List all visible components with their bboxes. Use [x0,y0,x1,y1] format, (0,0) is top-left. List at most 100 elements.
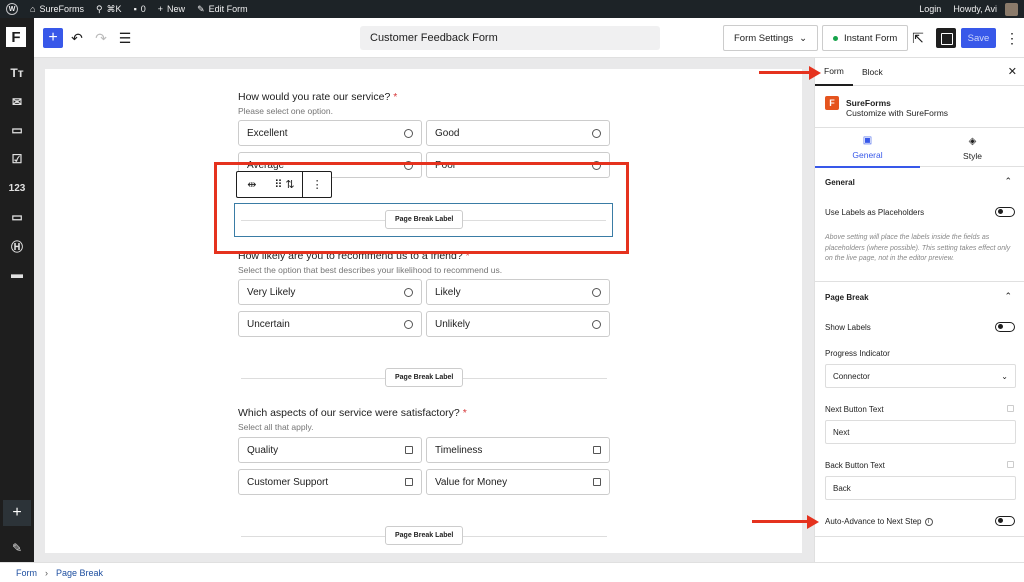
radio-icon[interactable] [592,288,601,297]
breadcrumb: Form › Page Break [0,562,1024,582]
progress-indicator-select[interactable]: Connector ⌄ [825,364,1016,388]
editor-canvas: How would you rate our service? * Please… [34,58,814,562]
plugin-name: SureForms [846,98,891,108]
close-icon[interactable]: ✕ [1008,65,1017,78]
breadcrumb-separator: › [45,567,48,578]
site-name-link[interactable]: ⌂ SureForms [24,0,90,18]
radio-icon[interactable] [592,320,601,329]
radio-option[interactable]: Good [426,120,610,146]
settings-panel-toggle-icon[interactable] [936,28,956,48]
general-style-tabs: ▣ General ◈ Style [815,127,1024,168]
document-overview-icon[interactable]: ☰ [115,28,135,48]
plus-icon: + [157,4,164,14]
page-break-label[interactable]: Page Break Label [385,368,464,387]
show-labels-label: Show Labels [825,323,871,332]
use-labels-note: Above setting will place the labels insi… [825,234,1011,262]
command-palette-button[interactable]: ⚲ ⌘K [90,0,128,18]
question-help-text: Select all that apply. [238,422,314,432]
auto-advance-toggle[interactable] [995,516,1015,526]
page-break-label[interactable]: Page Break Label [385,526,464,545]
radio-icon[interactable] [404,129,413,138]
user-menu[interactable]: Howdy, Avi [947,0,1024,18]
annotation-arrow [759,65,821,80]
progress-indicator-label: Progress Indicator [825,349,890,358]
add-block-plus-icon[interactable]: + [3,500,31,526]
instant-form-button[interactable]: Instant Form [822,25,909,51]
new-content-link[interactable]: + New [152,0,191,18]
sureforms-logo-icon: F [825,96,839,110]
edit-form-link[interactable]: ✎ Edit Form [191,0,254,18]
use-labels-label: Use Labels as Placeholders [825,208,925,217]
next-button-text-input[interactable]: Next [825,420,1016,444]
radio-icon[interactable] [404,320,413,329]
general-settings-icon: ▣ [862,134,873,146]
block-inserter-sidebar: F Tт ✉ ▭ ☑ 123 ▭ Ⓗ ▬ + ✎ [0,18,34,562]
chevron-down-icon: ⌄ [1001,371,1008,381]
annotation-highlight-box [214,162,629,254]
radio-option[interactable]: Likely [426,279,610,305]
use-labels-toggle[interactable] [995,207,1015,217]
form-title-field[interactable]: Customer Feedback Form [360,26,660,50]
status-dot-icon [833,35,838,41]
radio-option[interactable]: Uncertain [238,311,422,337]
heading-icon[interactable]: Ⓗ [0,236,34,256]
radio-icon[interactable] [404,288,413,297]
save-button[interactable]: Save [961,28,996,48]
pencil-icon: ✎ [197,3,205,14]
checkbox-icon[interactable]: ☑ [0,149,34,169]
chevron-up-icon[interactable]: ⌃ [1004,291,1012,302]
checkbox-option[interactable]: Value for Money [426,469,610,495]
edit-pen-icon[interactable]: ✎ [0,538,34,558]
comments-link[interactable]: ▪ 0 [128,0,152,18]
redo-icon[interactable]: ↷ [91,28,111,48]
section-heading-page-break[interactable]: Page Break [825,293,869,302]
checkbox-option[interactable]: Customer Support [238,469,422,495]
next-button-text-label: Next Button Text [825,405,884,414]
settings-sidebar: Form Block ✕ F SureForms Customize with … [814,58,1024,562]
editor-toolbar: + ↶ ↷ ☰ Customer Feedback Form Form Sett… [34,18,1024,58]
checkbox-icon[interactable] [405,478,413,486]
more-options-icon[interactable]: ⋮ [1002,28,1022,48]
textarea-icon[interactable]: ▭ [0,120,34,140]
form-page: How would you rate our service? * Please… [45,69,802,553]
email-icon[interactable]: ✉ [0,92,34,112]
annotation-arrow [752,514,819,529]
question-title[interactable]: Which aspects of our service were satisf… [238,407,467,419]
card-icon[interactable]: ▬ [0,264,34,284]
checkbox-icon[interactable] [593,446,601,454]
breadcrumb-page-break[interactable]: Page Break [56,568,103,578]
section-heading-general[interactable]: General [825,178,855,187]
show-labels-toggle[interactable] [995,322,1015,332]
radio-option[interactable]: Excellent [238,120,422,146]
sidebar-tabs: Form Block ✕ [815,58,1024,86]
block-inserter-button[interactable]: + [43,28,63,48]
undo-icon[interactable]: ↶ [67,28,87,48]
admin-bar: W ⌂ SureForms ⚲ ⌘K ▪ 0 + New ✎ Edit Form Logi… [0,0,1024,18]
form-settings-button[interactable]: Form Settings ⌄ [723,25,819,51]
radio-option[interactable]: Unlikely [426,311,610,337]
question-help-text: Select the option that best describes yo… [238,265,503,275]
dropdown-icon[interactable]: ▭ [0,207,34,227]
breadcrumb-form[interactable]: Form [16,568,37,578]
text-icon[interactable]: Tт [0,63,34,83]
sureforms-logo[interactable]: F [6,27,26,47]
back-button-text-input[interactable]: Back [825,476,1016,500]
radio-icon[interactable] [592,129,601,138]
checkbox-icon[interactable] [405,446,413,454]
radio-option[interactable]: Very Likely [238,279,422,305]
tab-general[interactable]: ▣ General [815,128,920,168]
question-title[interactable]: How would you rate our service? * [238,91,397,103]
tab-block[interactable]: Block [853,58,892,86]
tab-style[interactable]: ◈ Style [920,128,1024,168]
external-link-icon[interactable]: ⇱ [908,28,928,48]
dynamic-value-icon[interactable] [1007,461,1014,468]
checkbox-option[interactable]: Quality [238,437,422,463]
dynamic-value-icon[interactable] [1007,405,1014,412]
chevron-up-icon[interactable]: ⌃ [1004,176,1012,187]
checkbox-icon[interactable] [593,478,601,486]
wordpress-logo-icon[interactable]: W [0,0,24,18]
checkbox-option[interactable]: Timeliness [426,437,610,463]
info-icon[interactable]: i [924,517,933,526]
login-link[interactable]: Login [913,0,947,18]
number-icon[interactable]: 123 [0,178,34,198]
